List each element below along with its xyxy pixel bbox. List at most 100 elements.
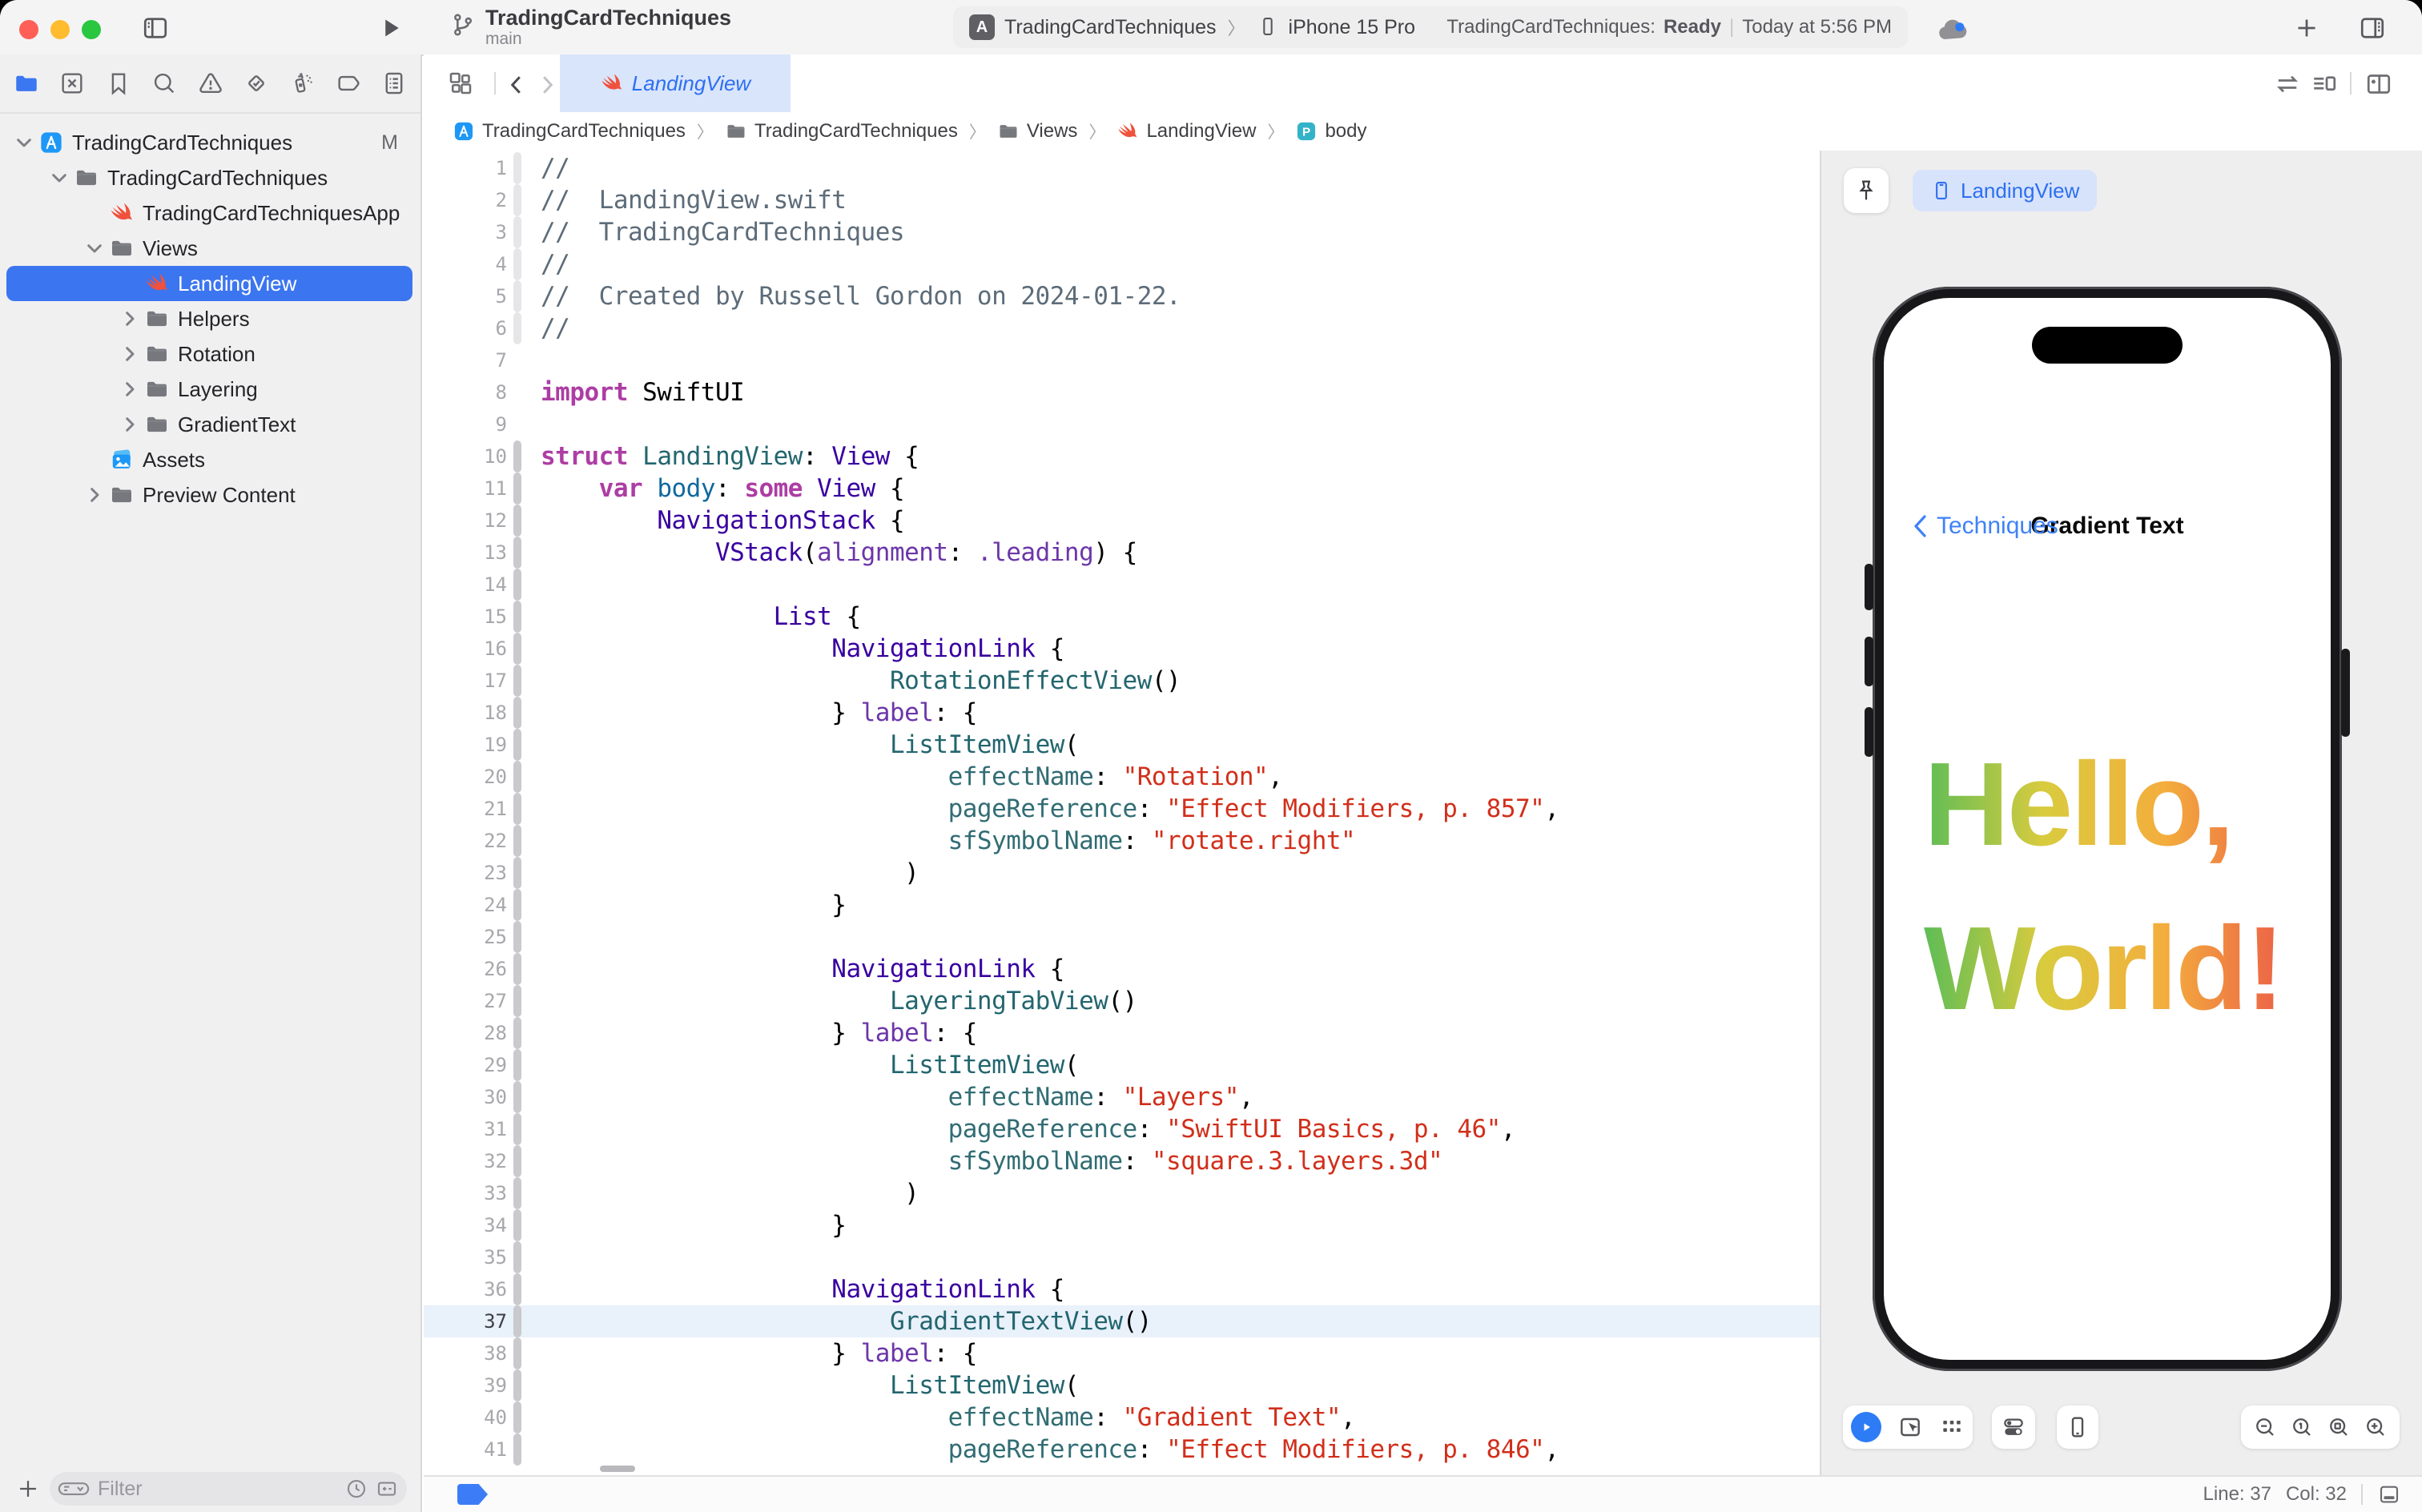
forward-history-icon[interactable] [533,70,561,99]
debug-navigator-icon[interactable] [288,70,316,97]
breadcrumb-landingview[interactable]: LandingView [1116,120,1256,143]
code-line: 10struct LandingView: View { [424,440,1820,472]
source-control-status-badge: M [381,131,398,155]
disclosure-chevron-icon[interactable] [117,376,143,402]
filter-menu-icon[interactable] [58,1477,90,1501]
disclosure-chevron-icon[interactable] [117,412,143,437]
scheme-selector[interactable]: A TradingCardTechniques 〉 iPhone 15 Pro … [953,6,1908,48]
zoom-out-icon[interactable] [2252,1414,2278,1440]
code-text: pageReference: "SwiftUI Basics, p. 46", [541,1115,1515,1144]
line-number: 3 [424,221,512,243]
zoom-to-fit-icon[interactable] [2326,1414,2352,1440]
filter-field[interactable] [50,1472,407,1506]
cloud-status-icon[interactable] [1935,12,1970,46]
line-number: 19 [424,734,512,756]
code-editor[interactable]: 1//2// LandingView.swift3// TradingCardT… [424,151,1820,1477]
back-history-icon[interactable] [502,70,531,99]
zoom-window-button[interactable] [82,20,101,39]
sidebar-item-preview-content[interactable]: Preview Content [6,477,412,513]
pin-preview-button[interactable] [1844,168,1889,213]
sidebar-item-rotation[interactable]: Rotation [6,336,412,372]
sidebar-item-layering[interactable]: Layering [6,372,412,407]
disclosure-chevron-icon[interactable] [46,165,72,191]
disclosure-chevron-icon[interactable] [11,130,37,155]
code-line: 31 pageReference: "SwiftUI Basics, p. 46… [424,1113,1820,1145]
sidebar-item-landingview[interactable]: LandingView [6,266,412,301]
zoom-100-icon[interactable] [2289,1414,2315,1440]
zoom-in-icon[interactable] [2363,1414,2388,1440]
breadcrumb-body[interactable]: Pbody [1295,120,1366,143]
related-items-icon[interactable] [446,69,475,98]
horizontal-scrollbar[interactable] [600,1466,635,1472]
sidebar-item-gradienttext[interactable]: GradientText [6,407,412,442]
selectable-mode-icon[interactable] [1897,1414,1923,1440]
back-button[interactable]: Techniques [1911,513,2058,540]
disclosure-chevron-icon[interactable] [82,482,107,508]
breadcrumb-views[interactable]: Views [997,120,1078,143]
line-number: 31 [424,1118,512,1140]
find-navigator-icon[interactable] [151,70,178,97]
code-line: 20 effectName: "Rotation", [424,761,1820,793]
reports-navigator-icon[interactable] [380,70,408,97]
code-text: effectName: "Gradient Text", [541,1403,1355,1432]
scheme-device[interactable]: iPhone 15 Pro [1289,16,1415,39]
line-number: 38 [424,1342,512,1365]
add-editor-icon[interactable] [2364,70,2393,99]
line-number: 30 [424,1086,512,1108]
change-bar [513,1177,521,1209]
sidebar-item-tradingcardtechniques[interactable]: TradingCardTechniques [6,160,412,195]
toggle-navigator-icon[interactable] [141,14,170,42]
tab-landingview[interactable]: LandingView [560,54,791,112]
disclosure-chevron-icon[interactable] [117,306,143,332]
sidebar-item-assets[interactable]: Assets [6,442,412,477]
device-picker-icon[interactable] [2065,1414,2090,1440]
issues-navigator-icon[interactable] [197,70,224,97]
close-window-button[interactable] [19,20,38,39]
variants-mode-icon[interactable] [1939,1414,1965,1440]
code-text: // [541,314,569,343]
breakpoints-navigator-icon[interactable] [335,70,362,97]
breadcrumb-label: TradingCardTechniques [482,120,686,143]
scheme-target[interactable]: TradingCardTechniques [1004,16,1217,39]
add-file-icon[interactable] [14,1475,42,1502]
sidebar-item-tradingcardtechniques[interactable]: TradingCardTechniquesM [6,125,412,160]
change-bar [513,1017,521,1049]
minimize-window-button[interactable] [50,20,70,39]
project-navigator-icon[interactable] [13,70,40,97]
line-number: 17 [424,670,512,692]
sidebar-item-helpers[interactable]: Helpers [6,301,412,336]
source-control-navigator-icon[interactable] [58,70,86,97]
disclosure-spacer [82,447,107,472]
breadcrumb-tradingcardtechniques[interactable]: TradingCardTechniques [453,120,686,143]
device-settings-icon[interactable] [2001,1414,2026,1440]
sidebar-item-label: Layering [178,377,258,402]
swift-file-icon [600,71,624,95]
change-bar [513,665,521,697]
filter-input[interactable] [96,1477,338,1502]
line-number: 37 [424,1310,512,1333]
add-tab-icon[interactable] [2292,14,2321,42]
swap-editor-icon[interactable] [2273,70,2302,99]
change-bar [513,953,521,985]
run-button[interactable] [376,14,405,42]
bookmarks-navigator-icon[interactable] [105,70,132,97]
recents-clock-icon[interactable] [344,1477,368,1501]
breadcrumb-tradingcardtechniques[interactable]: TradingCardTechniques [725,120,958,143]
folder-icon [144,306,170,332]
sidebar-item-tradingcardtechniquesapp[interactable]: TradingCardTechniquesApp [6,195,412,231]
editor-status-bar: Line: 37 Col: 32 [424,1475,2422,1512]
tests-navigator-icon[interactable] [243,70,270,97]
disclosure-chevron-icon[interactable] [82,235,107,261]
sidebar-item-views[interactable]: Views [6,231,412,266]
preview-tab[interactable]: LandingView [1913,170,2097,211]
flags-filter-icon[interactable] [375,1477,399,1501]
svg-text:P: P [1302,126,1310,139]
breakpoints-toggle-icon[interactable] [457,1484,488,1505]
disclosure-chevron-icon[interactable] [117,341,143,367]
layout-toggle-icon[interactable] [2377,1482,2401,1506]
live-preview-button[interactable] [1851,1412,1881,1442]
chevron-right-icon: 〉 [1226,14,1247,40]
editor-options-icon[interactable] [2310,70,2339,99]
pbadge-icon: P [1295,120,1318,143]
toggle-inspector-icon[interactable] [2358,14,2387,42]
